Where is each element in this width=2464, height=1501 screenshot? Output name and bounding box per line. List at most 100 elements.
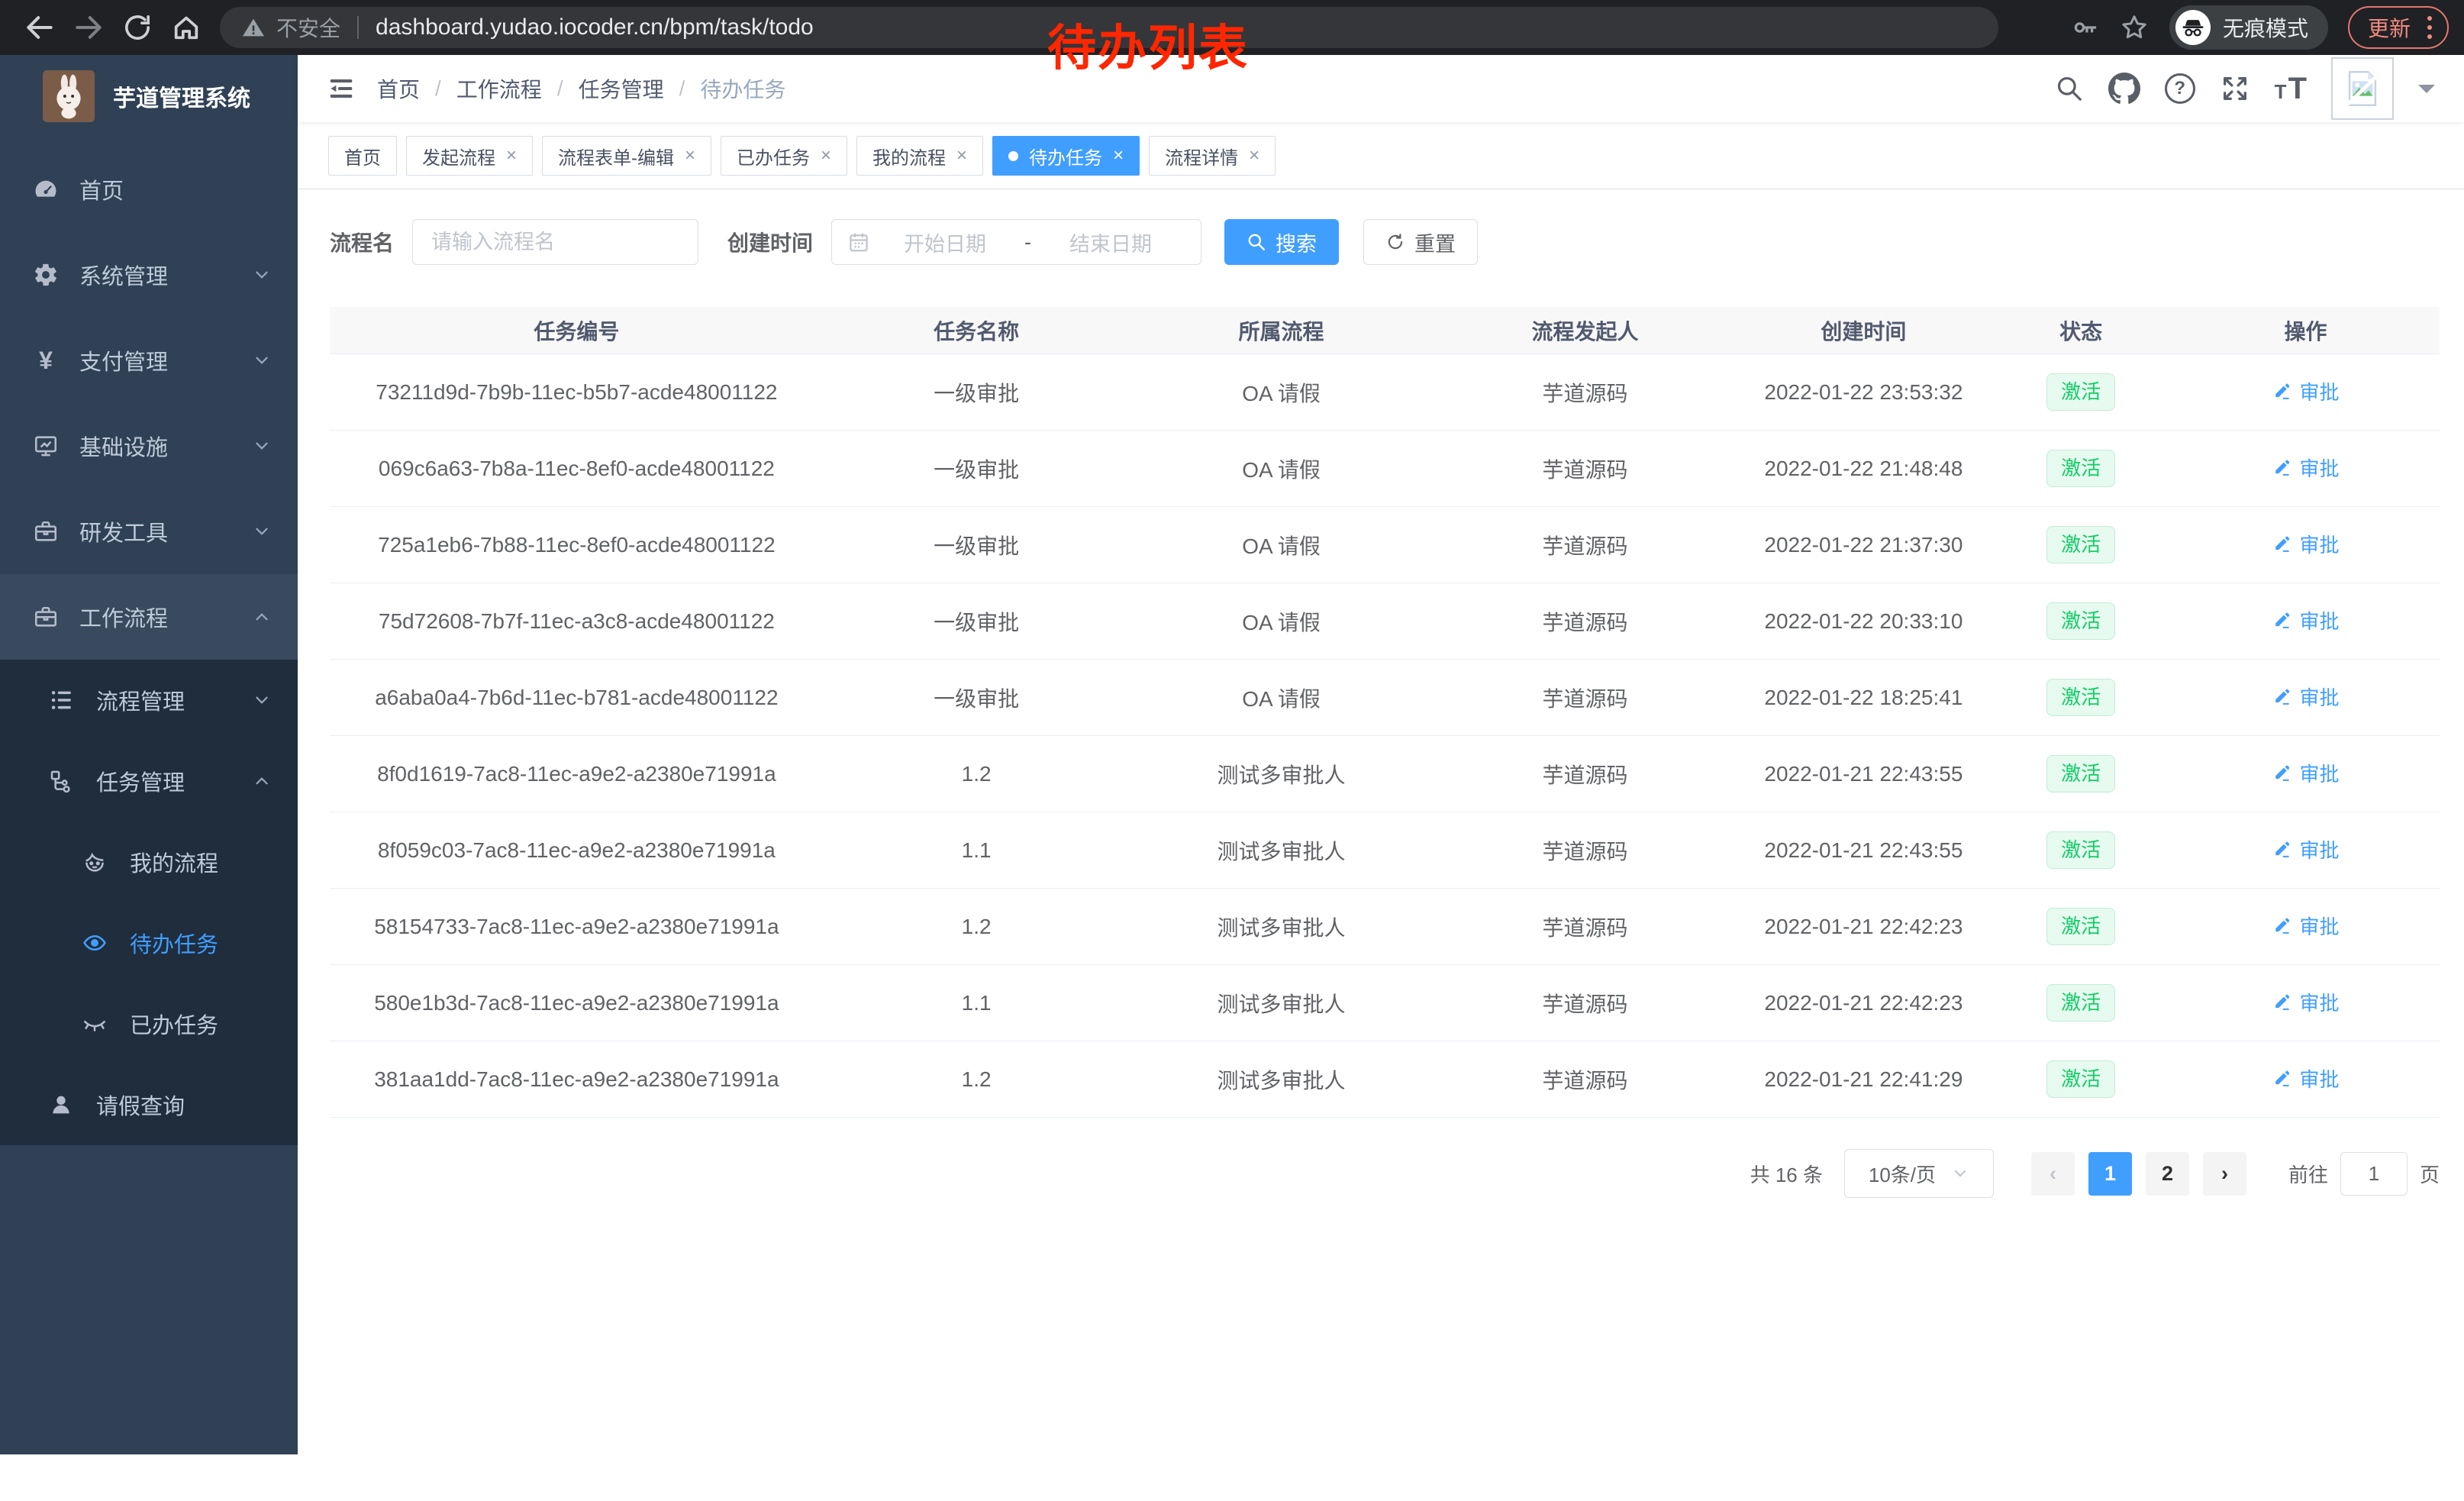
- browser-update-button[interactable]: 更新: [2348, 6, 2449, 49]
- sidebar-item-infrastructure[interactable]: 基础设施: [0, 403, 298, 489]
- page-button-1[interactable]: 1: [2088, 1152, 2132, 1196]
- sidebar-item-todo-tasks[interactable]: 待办任务: [0, 902, 298, 983]
- close-icon[interactable]: ×: [821, 147, 831, 165]
- help-icon[interactable]: [2165, 73, 2195, 104]
- todo-task-table: 任务编号 任务名称 所属流程 流程发起人 创建时间 状态 操作 73211d9d…: [330, 307, 2440, 1118]
- github-icon[interactable]: [2108, 73, 2140, 105]
- page-size-select[interactable]: 10条/页: [1844, 1149, 1994, 1198]
- search-icon[interactable]: [2055, 74, 2084, 103]
- sidebar-item-process-mgmt[interactable]: 流程管理: [0, 660, 298, 741]
- pencil-icon: [2272, 533, 2293, 554]
- tab-my-processes[interactable]: 我的流程 ×: [856, 136, 983, 176]
- browser-reload-icon[interactable]: [118, 8, 156, 47]
- sidebar-collapse-icon[interactable]: [327, 74, 356, 103]
- status-cell: 激活: [1990, 450, 2172, 488]
- close-icon[interactable]: ×: [685, 147, 695, 165]
- close-icon[interactable]: ×: [1113, 147, 1124, 165]
- sidebar-item-done-tasks[interactable]: 已办任务: [0, 983, 298, 1064]
- breadcrumb-item-home[interactable]: 首页: [377, 73, 420, 104]
- sidebar-item-label: 基础设施: [79, 430, 168, 462]
- url-text[interactable]: dashboard.yudao.iocoder.cn/bpm/task/todo: [376, 15, 814, 40]
- task-id-cell: 58154733-7ac8-11ec-a9e2-a2380e71991a: [330, 915, 824, 939]
- tab-process-detail[interactable]: 流程详情 ×: [1149, 136, 1276, 176]
- task-id-cell: 75d72608-7b7f-11ec-a3c8-acde48001122: [330, 609, 824, 634]
- process-cell: 测试多审批人: [1130, 988, 1434, 1018]
- close-icon[interactable]: ×: [506, 147, 517, 165]
- goto-page-input[interactable]: [2340, 1152, 2408, 1196]
- tab-home[interactable]: 首页: [328, 136, 397, 176]
- next-page-button[interactable]: ›: [2203, 1152, 2246, 1196]
- start-date-placeholder[interactable]: 开始日期: [870, 228, 1020, 257]
- tab-process-form-edit[interactable]: 流程表单-编辑 ×: [542, 136, 711, 176]
- bookmark-star-icon[interactable]: [2119, 12, 2150, 43]
- approve-link[interactable]: 审批: [2272, 530, 2339, 558]
- sidebar-item-home[interactable]: 首页: [0, 147, 298, 232]
- sidebar-item-payment-mgmt[interactable]: ¥ 支付管理: [0, 318, 298, 403]
- approve-link[interactable]: 审批: [2272, 988, 2339, 1016]
- browser-home-icon[interactable]: [167, 8, 205, 47]
- font-size-icon[interactable]: [2275, 76, 2307, 101]
- approve-link[interactable]: 审批: [2272, 454, 2339, 482]
- close-icon[interactable]: ×: [956, 147, 967, 165]
- face-icon: [81, 849, 108, 875]
- table-row: 580e1b3d-7ac8-11ec-a9e2-a2380e71991a 1.1…: [330, 965, 2440, 1041]
- breadcrumb-item-task-mgmt[interactable]: 任务管理: [579, 73, 664, 104]
- sidebar-item-system-mgmt[interactable]: 系统管理: [0, 232, 298, 318]
- starter-cell: 芋道源码: [1434, 835, 1737, 866]
- close-icon[interactable]: ×: [1249, 147, 1259, 165]
- avatar[interactable]: [2331, 57, 2394, 120]
- approve-link[interactable]: 审批: [2272, 606, 2339, 634]
- approve-link[interactable]: 审批: [2272, 683, 2339, 711]
- approve-link[interactable]: 审批: [2272, 912, 2339, 940]
- status-badge: 激活: [2046, 908, 2115, 946]
- approve-link[interactable]: 审批: [2272, 759, 2339, 787]
- yen-icon: ¥: [32, 348, 60, 373]
- sidebar-item-my-processes[interactable]: 我的流程: [0, 822, 298, 902]
- starter-cell: 芋道源码: [1434, 683, 1737, 713]
- monitor-icon: [32, 433, 60, 459]
- reset-button[interactable]: 重置: [1363, 219, 1478, 265]
- process-name-input[interactable]: [412, 219, 698, 265]
- chevron-down-icon: [1951, 1164, 1969, 1183]
- process-cell: 测试多审批人: [1130, 1064, 1434, 1095]
- browser-back-icon[interactable]: [21, 8, 59, 47]
- password-key-icon[interactable]: [2072, 14, 2099, 41]
- breadcrumb-item-workflow[interactable]: 工作流程: [456, 73, 542, 104]
- sidebar-item-task-mgmt[interactable]: 任务管理: [0, 741, 298, 822]
- security-label[interactable]: 不安全: [276, 12, 340, 43]
- approve-link[interactable]: 审批: [2272, 1064, 2339, 1093]
- approve-link[interactable]: 审批: [2272, 835, 2339, 863]
- browser-forward-icon[interactable]: [69, 8, 108, 47]
- app-logo[interactable]: 芋道管理系统: [0, 55, 298, 137]
- prev-page-button[interactable]: ‹: [2031, 1152, 2075, 1196]
- task-name-cell: 一级审批: [824, 606, 1130, 637]
- task-name-cell: 一级审批: [824, 530, 1130, 560]
- sidebar-item-workflow[interactable]: 工作流程: [0, 574, 298, 660]
- pagination: 共 16 条 10条/页 ‹ 1 2 › 前往 页: [330, 1149, 2440, 1198]
- column-header-starter: 流程发起人: [1434, 315, 1737, 346]
- avatar-dropdown-caret-icon[interactable]: [2418, 85, 2435, 102]
- search-button[interactable]: 搜索: [1224, 219, 1339, 265]
- tab-todo-tasks[interactable]: 待办任务 ×: [992, 136, 1140, 176]
- sidebar-item-leave-query[interactable]: 请假查询: [0, 1064, 298, 1145]
- end-date-placeholder[interactable]: 结束日期: [1036, 228, 1185, 257]
- breadcrumb-separator: /: [557, 76, 563, 101]
- status-cell: 激活: [1990, 908, 2172, 946]
- sidebar-item-label: 系统管理: [79, 259, 168, 291]
- sidebar-item-dev-tools[interactable]: 研发工具: [0, 489, 298, 574]
- tab-start-process[interactable]: 发起流程 ×: [406, 136, 533, 176]
- task-id-cell: 069c6a63-7b8a-11ec-8ef0-acde48001122: [330, 457, 824, 481]
- fullscreen-icon[interactable]: [2220, 73, 2250, 104]
- active-tab-dot: [1008, 151, 1018, 161]
- chevron-down-icon: [252, 521, 272, 541]
- date-range-picker[interactable]: 开始日期 - 结束日期: [831, 219, 1201, 265]
- browser-menu-icon[interactable]: [2423, 16, 2437, 39]
- table-row: 73211d9d-7b9b-11ec-b5b7-acde48001122 一级审…: [330, 354, 2440, 431]
- approve-link[interactable]: 审批: [2272, 377, 2339, 405]
- tab-done-tasks[interactable]: 已办任务 ×: [721, 136, 847, 176]
- breadcrumb-separator: /: [435, 76, 441, 101]
- action-cell: 审批: [2172, 1064, 2440, 1095]
- page-button-2[interactable]: 2: [2146, 1152, 2189, 1196]
- action-cell: 审批: [2172, 835, 2440, 866]
- status-cell: 激活: [1990, 1060, 2172, 1099]
